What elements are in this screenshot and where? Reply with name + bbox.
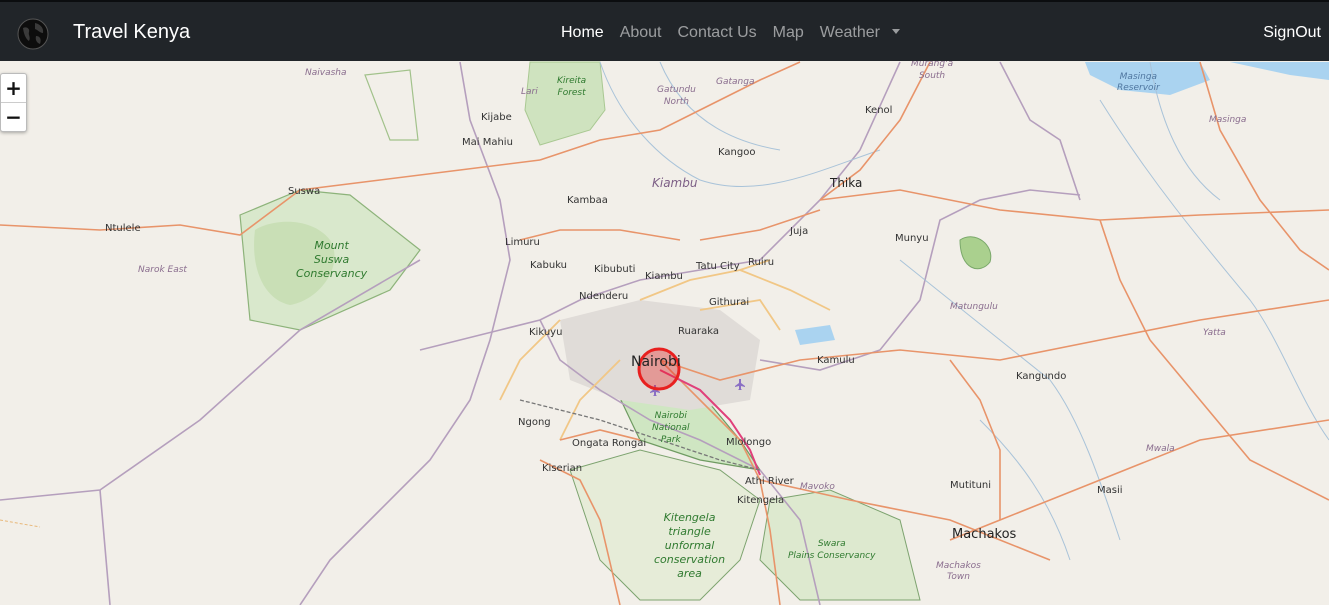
map-label: Mlolongo (726, 437, 772, 448)
map-label: Kikuyu (529, 327, 563, 338)
map-label: Mwala (1146, 444, 1175, 454)
chevron-down-icon (891, 29, 900, 34)
map-label: Kabuku (530, 260, 568, 271)
nav-contact[interactable]: Contact Us (678, 24, 757, 42)
brand-title[interactable]: Travel Kenya (73, 21, 190, 44)
map-label: Ongata Rongai (572, 438, 647, 449)
map-label: Mavoko (800, 482, 835, 492)
map-label: Ntulele (105, 223, 141, 234)
zoom-in-button[interactable]: + (1, 74, 26, 102)
map-label: Kenol (865, 105, 893, 116)
map-label: Naivasha (305, 68, 347, 78)
nav-home[interactable]: Home (561, 24, 604, 42)
map-label: Kireita Forest (557, 76, 587, 98)
map-label: Limuru (505, 237, 540, 248)
map-label: Swara Plains Conservancy (788, 539, 876, 561)
map-label: Machakos (952, 527, 1017, 542)
nav-about[interactable]: About (620, 24, 662, 42)
globe-logo-icon[interactable] (17, 18, 49, 50)
signout-link[interactable]: SignOut (1263, 24, 1321, 42)
map-label: Masinga (1209, 115, 1247, 125)
map-label: Machakos Town (936, 561, 981, 582)
map-label: Murang'a South (911, 61, 954, 81)
map-label: Suswa (288, 186, 321, 197)
map-label: Matungulu (950, 302, 998, 312)
map-label: Ngong (518, 417, 551, 428)
map-label: Ruaraka (678, 326, 719, 337)
map-label: Kangundo (1016, 371, 1067, 382)
map-label: Thika (830, 176, 863, 190)
map-label: Mutituni (950, 480, 992, 491)
map-label: Kijabe (481, 112, 512, 123)
nav-weather-label: Weather (819, 24, 880, 41)
map-label: Kamulu (817, 355, 855, 366)
map-label: Athi River (745, 476, 794, 487)
map-label: Narok East (138, 265, 187, 275)
map-label: Kiserian (542, 463, 583, 474)
map-label: Ndenderu (579, 291, 629, 302)
map-label: Gatundu North (657, 85, 696, 107)
map-label: Kitengela triangle unformal conservation… (654, 511, 726, 580)
map-label: Tatu City (696, 261, 740, 272)
map-label: Nairobi (631, 354, 681, 370)
map-label: Kibubuti (594, 264, 636, 275)
nav-weather-dropdown[interactable]: Weather (820, 24, 900, 42)
map-label: Kambaa (567, 195, 608, 206)
map-label: Kitengela (737, 495, 785, 506)
map-label: Masii (1097, 485, 1123, 496)
map-label: Nairobi National Park (652, 411, 690, 445)
map-label: Kiambu (652, 176, 698, 190)
nav-links: Home About Contact Us Map Weather (561, 24, 916, 42)
map-label: Yatta (1203, 328, 1226, 338)
map-label: Ruiru (748, 257, 775, 268)
map-label: Kangoo (718, 147, 756, 158)
map-label: Gatanga (716, 77, 755, 87)
nav-map[interactable]: Map (773, 24, 804, 42)
map-label: Githurai (709, 297, 750, 308)
zoom-out-button[interactable]: − (1, 102, 26, 131)
zoom-control: + − (0, 73, 27, 132)
top-navbar: Travel Kenya Home About Contact Us Map W… (0, 0, 1329, 61)
map-label: Munyu (895, 233, 929, 244)
map-label: Kiambu (645, 271, 683, 282)
map-label: Masinga Reservoir (1117, 72, 1160, 93)
map-label: Juja (790, 226, 809, 237)
map-label: Lari (521, 87, 538, 97)
map-label: Mai Mahiu (462, 137, 513, 148)
map-label: Mount Suswa Conservancy (296, 239, 368, 280)
map-view[interactable]: Naivasha Lari Kireita Forest Gatanga Gat… (0, 61, 1329, 605)
